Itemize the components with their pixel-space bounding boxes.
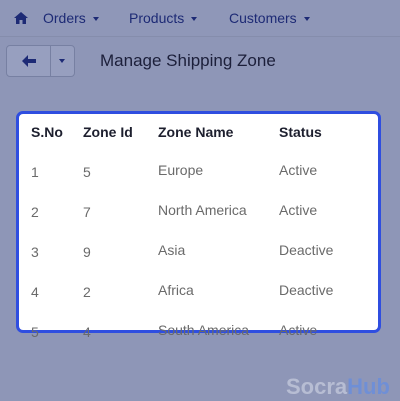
table-header-row: S.No Zone Id Zone Name Status (19, 114, 369, 150)
chevron-down-icon (92, 17, 99, 22)
cell-zone-id: 5 (83, 164, 91, 180)
nav-customers[interactable]: Customers (229, 0, 310, 36)
cell-sno: 4 (31, 284, 39, 300)
back-button-group (6, 45, 75, 77)
cell-zone-name: Europe (158, 162, 204, 178)
nav-home[interactable] (12, 0, 32, 36)
nav-products[interactable]: Products (129, 0, 198, 36)
watermark-part1: Socra (286, 374, 348, 399)
top-navbar: Orders Products Customers (0, 0, 400, 37)
cell-status: Active (279, 162, 318, 178)
cell-zone-name: Asia (158, 242, 186, 258)
cell-status: Deactive (279, 242, 334, 258)
chevron-down-icon (303, 17, 310, 22)
header-status: Status (279, 124, 322, 140)
cell-zone-name: South America (158, 322, 250, 338)
header-sno: S.No (31, 124, 63, 140)
table-row: 3 9 Asia Deactive (19, 230, 369, 270)
header-zone-id: Zone Id (83, 124, 133, 140)
cell-sno: 1 (31, 164, 39, 180)
cell-status: Active (279, 202, 318, 218)
cell-status: Deactive (279, 282, 334, 298)
chevron-down-icon (59, 59, 65, 63)
shipping-zone-card: S.No Zone Id Zone Name Status 1 5 Europe… (16, 111, 381, 340)
cell-sno: 3 (31, 244, 39, 260)
cell-zone-id: 7 (83, 204, 91, 220)
back-menu-button[interactable] (51, 46, 74, 76)
nav-products-label: Products (129, 10, 185, 26)
page-title: Manage Shipping Zone (100, 51, 276, 70)
socrahub-watermark: SocraHub (286, 373, 390, 401)
cell-zone-name: Africa (158, 282, 194, 298)
nav-orders[interactable]: Orders (43, 0, 99, 36)
home-icon (14, 12, 28, 24)
cell-zone-name: North America (158, 202, 247, 218)
cell-status: Active (279, 322, 318, 338)
table-row: 1 5 Europe Active (19, 150, 369, 190)
nav-customers-label: Customers (229, 10, 297, 26)
table-row: 2 7 North America Active (19, 190, 369, 230)
cell-sno: 2 (31, 204, 39, 220)
back-button[interactable] (7, 46, 51, 76)
watermark-part2: Hub (347, 374, 390, 399)
cell-zone-id: 2 (83, 284, 91, 300)
table-row: 4 2 Africa Deactive (19, 270, 369, 310)
table-row: 5 4 South America Active (19, 310, 369, 350)
cell-zone-id: 9 (83, 244, 91, 260)
arrow-left-icon (22, 55, 36, 67)
shipping-zone-table: S.No Zone Id Zone Name Status 1 5 Europe… (19, 114, 369, 350)
nav-orders-label: Orders (43, 10, 86, 26)
chevron-down-icon (191, 17, 198, 22)
cell-sno: 5 (31, 324, 39, 340)
cell-zone-id: 4 (83, 324, 91, 340)
header-zone-name: Zone Name (158, 124, 234, 140)
